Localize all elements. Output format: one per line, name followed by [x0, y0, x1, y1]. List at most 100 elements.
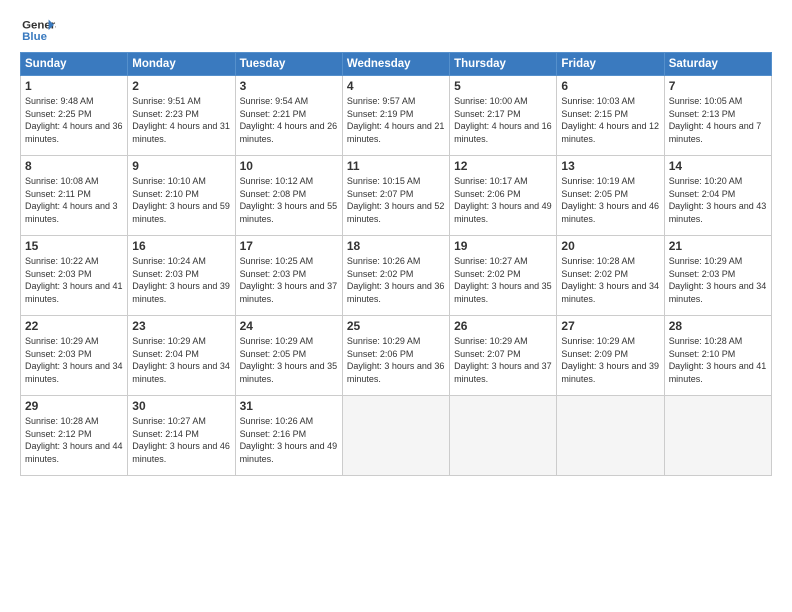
day-info: Sunrise: 10:12 AMSunset: 2:08 PMDaylight… [240, 175, 338, 225]
day-number: 27 [561, 319, 659, 333]
calendar-cell [342, 396, 449, 476]
calendar-cell: 6 Sunrise: 10:03 AMSunset: 2:15 PMDayligh… [557, 76, 664, 156]
calendar-cell: 5 Sunrise: 10:00 AMSunset: 2:17 PMDayligh… [450, 76, 557, 156]
calendar-cell: 2Sunrise: 9:51 AMSunset: 2:23 PMDaylight… [128, 76, 235, 156]
day-number: 5 [454, 79, 552, 93]
calendar-cell [664, 396, 771, 476]
day-number: 30 [132, 399, 230, 413]
day-info: Sunrise: 10:29 AMSunset: 2:03 PMDaylight… [25, 335, 123, 385]
calendar-cell: 31 Sunrise: 10:26 AMSunset: 2:16 PMDaylig… [235, 396, 342, 476]
day-info: Sunrise: 10:10 AMSunset: 2:10 PMDaylight… [132, 175, 230, 225]
day-number: 11 [347, 159, 445, 173]
calendar-week-row: 15 Sunrise: 10:22 AMSunset: 2:03 PMDaylig… [21, 236, 772, 316]
day-info: Sunrise: 10:08 AMSunset: 2:11 PMDaylight… [25, 175, 123, 225]
day-info: Sunrise: 10:29 AMSunset: 2:03 PMDaylight… [669, 255, 767, 305]
calendar-cell: 11Sunrise: 10:15 AMSunset: 2:07 PMDaylig… [342, 156, 449, 236]
calendar-cell: 14Sunrise: 10:20 AMSunset: 2:04 PMDaylig… [664, 156, 771, 236]
day-info: Sunrise: 10:20 AMSunset: 2:04 PMDaylight… [669, 175, 767, 225]
day-number: 4 [347, 79, 445, 93]
day-number: 3 [240, 79, 338, 93]
calendar-cell [450, 396, 557, 476]
day-info: Sunrise: 9:48 AMSunset: 2:25 PMDaylight:… [25, 95, 123, 145]
day-number: 12 [454, 159, 552, 173]
calendar-day-header: Thursday [450, 53, 557, 76]
calendar-cell: 3Sunrise: 9:54 AMSunset: 2:21 PMDaylight… [235, 76, 342, 156]
calendar-cell: 9 Sunrise: 10:10 AMSunset: 2:10 PMDayligh… [128, 156, 235, 236]
svg-text:Blue: Blue [22, 31, 47, 43]
header: General Blue [20, 16, 772, 46]
day-info: Sunrise: 10:28 AMSunset: 2:12 PMDaylight… [25, 415, 123, 465]
day-number: 10 [240, 159, 338, 173]
calendar-cell: 15 Sunrise: 10:22 AMSunset: 2:03 PMDaylig… [21, 236, 128, 316]
calendar-header-row: SundayMondayTuesdayWednesdayThursdayFrid… [21, 53, 772, 76]
day-number: 1 [25, 79, 123, 93]
day-info: Sunrise: 10:27 AMSunset: 2:14 PMDaylight… [132, 415, 230, 465]
day-number: 25 [347, 319, 445, 333]
calendar-cell: 27Sunrise: 10:29 AMSunset: 2:09 PMDaylig… [557, 316, 664, 396]
day-info: Sunrise: 10:25 AMSunset: 2:03 PMDaylight… [240, 255, 338, 305]
day-info: Sunrise: 10:00 AMSunset: 2:17 PMDaylight… [454, 95, 552, 145]
day-number: 19 [454, 239, 552, 253]
calendar-cell: 24Sunrise: 10:29 AMSunset: 2:05 PMDaylig… [235, 316, 342, 396]
calendar-day-header: Tuesday [235, 53, 342, 76]
day-number: 9 [132, 159, 230, 173]
calendar-cell: 30 Sunrise: 10:27 AMSunset: 2:14 PMDaylig… [128, 396, 235, 476]
calendar-table: SundayMondayTuesdayWednesdayThursdayFrid… [20, 52, 772, 476]
calendar-cell: 16 Sunrise: 10:24 AMSunset: 2:03 PMDaylig… [128, 236, 235, 316]
calendar-day-header: Saturday [664, 53, 771, 76]
calendar-cell: 19 Sunrise: 10:27 AMSunset: 2:02 PMDaylig… [450, 236, 557, 316]
logo-icon: General Blue [20, 16, 56, 46]
calendar-cell: 25 Sunrise: 10:29 AMSunset: 2:06 PMDaylig… [342, 316, 449, 396]
day-info: Sunrise: 10:17 AMSunset: 2:06 PMDaylight… [454, 175, 552, 225]
calendar-cell: 18Sunrise: 10:26 AMSunset: 2:02 PMDaylig… [342, 236, 449, 316]
day-info: Sunrise: 10:27 AMSunset: 2:02 PMDaylight… [454, 255, 552, 305]
day-number: 17 [240, 239, 338, 253]
day-info: Sunrise: 10:03 AMSunset: 2:15 PMDaylight… [561, 95, 659, 145]
day-number: 18 [347, 239, 445, 253]
calendar-day-header: Wednesday [342, 53, 449, 76]
day-info: Sunrise: 10:28 AMSunset: 2:10 PMDaylight… [669, 335, 767, 385]
day-info: Sunrise: 10:29 AMSunset: 2:04 PMDaylight… [132, 335, 230, 385]
calendar-cell: 4 Sunrise: 9:57 AMSunset: 2:19 PMDaylight… [342, 76, 449, 156]
calendar-cell: 28Sunrise: 10:28 AMSunset: 2:10 PMDaylig… [664, 316, 771, 396]
day-info: Sunrise: 10:29 AMSunset: 2:07 PMDaylight… [454, 335, 552, 385]
calendar-cell: 29 Sunrise: 10:28 AMSunset: 2:12 PMDaylig… [21, 396, 128, 476]
calendar-day-header: Monday [128, 53, 235, 76]
day-number: 23 [132, 319, 230, 333]
calendar-cell: 17 Sunrise: 10:25 AMSunset: 2:03 PMDaylig… [235, 236, 342, 316]
day-info: Sunrise: 9:57 AMSunset: 2:19 PMDaylight:… [347, 95, 445, 145]
day-number: 26 [454, 319, 552, 333]
calendar-cell: 1 Sunrise: 9:48 AMSunset: 2:25 PMDaylight… [21, 76, 128, 156]
calendar-week-row: 29 Sunrise: 10:28 AMSunset: 2:12 PMDaylig… [21, 396, 772, 476]
logo: General Blue [20, 16, 60, 46]
calendar-day-header: Sunday [21, 53, 128, 76]
day-number: 15 [25, 239, 123, 253]
day-number: 31 [240, 399, 338, 413]
day-number: 16 [132, 239, 230, 253]
page: General Blue SundayMondayTuesdayWednesda… [0, 0, 792, 612]
calendar-cell: 23 Sunrise: 10:29 AMSunset: 2:04 PMDaylig… [128, 316, 235, 396]
calendar-cell: 26 Sunrise: 10:29 AMSunset: 2:07 PMDaylig… [450, 316, 557, 396]
calendar-cell: 20 Sunrise: 10:28 AMSunset: 2:02 PMDaylig… [557, 236, 664, 316]
calendar-week-row: 1 Sunrise: 9:48 AMSunset: 2:25 PMDaylight… [21, 76, 772, 156]
calendar-cell: 8 Sunrise: 10:08 AMSunset: 2:11 PMDayligh… [21, 156, 128, 236]
day-number: 24 [240, 319, 338, 333]
day-number: 21 [669, 239, 767, 253]
day-info: Sunrise: 10:22 AMSunset: 2:03 PMDaylight… [25, 255, 123, 305]
day-number: 8 [25, 159, 123, 173]
day-info: Sunrise: 10:29 AMSunset: 2:06 PMDaylight… [347, 335, 445, 385]
calendar-day-header: Friday [557, 53, 664, 76]
calendar-cell: 12 Sunrise: 10:17 AMSunset: 2:06 PMDaylig… [450, 156, 557, 236]
calendar-cell: 10 Sunrise: 10:12 AMSunset: 2:08 PMDaylig… [235, 156, 342, 236]
day-number: 20 [561, 239, 659, 253]
day-info: Sunrise: 10:26 AMSunset: 2:16 PMDaylight… [240, 415, 338, 465]
calendar-cell: 21 Sunrise: 10:29 AMSunset: 2:03 PMDaylig… [664, 236, 771, 316]
day-number: 13 [561, 159, 659, 173]
calendar-cell: 13 Sunrise: 10:19 AMSunset: 2:05 PMDaylig… [557, 156, 664, 236]
day-number: 6 [561, 79, 659, 93]
day-number: 29 [25, 399, 123, 413]
day-info: Sunrise: 10:24 AMSunset: 2:03 PMDaylight… [132, 255, 230, 305]
day-info: Sunrise: 10:05 AMSunset: 2:13 PMDaylight… [669, 95, 767, 145]
day-info: Sunrise: 10:28 AMSunset: 2:02 PMDaylight… [561, 255, 659, 305]
day-info: Sunrise: 10:19 AMSunset: 2:05 PMDaylight… [561, 175, 659, 225]
